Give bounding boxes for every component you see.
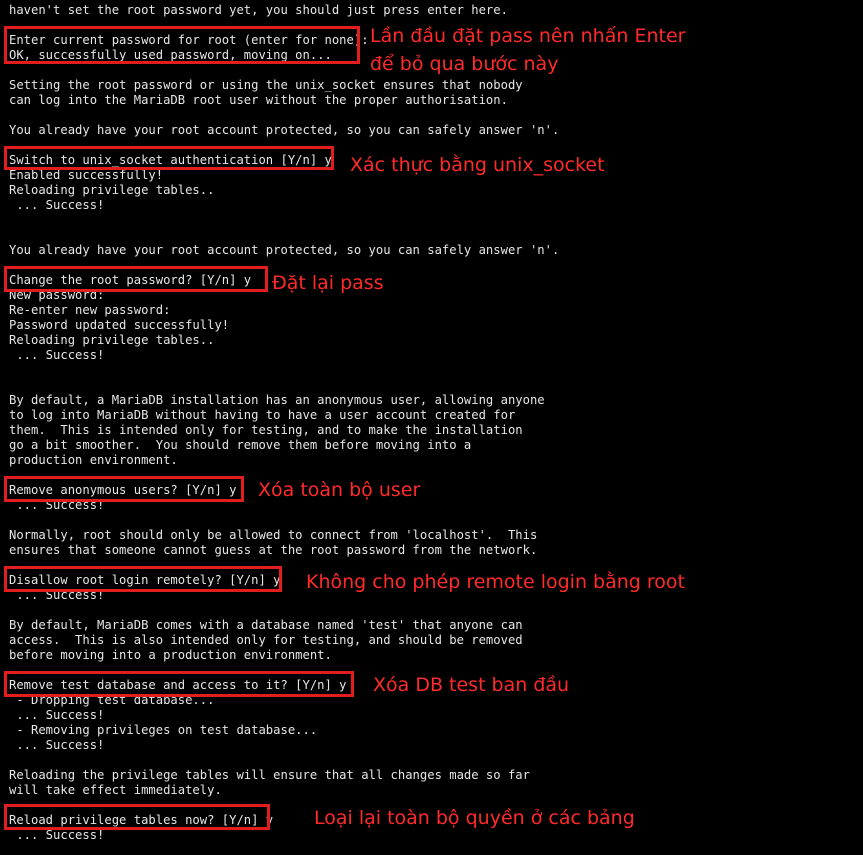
terminal-line: can log into the MariaDB root user witho… bbox=[9, 93, 508, 107]
note-remove-test-db: Xóa DB test ban đầu bbox=[373, 674, 570, 696]
terminal-line: Reloading the privilege tables will ensu… bbox=[9, 768, 530, 782]
highlight-reload-privileges bbox=[4, 804, 270, 830]
highlight-remove-test-db bbox=[4, 671, 354, 697]
note-unix-socket: Xác thực bằng unix_socket bbox=[350, 154, 605, 176]
terminal-line: haven't set the root password yet, you s… bbox=[9, 3, 508, 17]
terminal-line: will take effect immediately. bbox=[9, 783, 222, 797]
terminal-line: production environment. bbox=[9, 453, 178, 467]
terminal-line: ... Success! bbox=[9, 738, 105, 752]
terminal-line: By default, MariaDB comes with a databas… bbox=[9, 618, 523, 632]
terminal-line: Reloading privilege tables.. bbox=[9, 183, 215, 197]
terminal-line: to log into MariaDB without having to ha… bbox=[9, 408, 516, 422]
highlight-unix-socket bbox=[4, 146, 334, 170]
note-disallow-remote: Không cho phép remote login bằng root bbox=[306, 571, 685, 593]
terminal-line: Setting the root password or using the u… bbox=[9, 78, 523, 92]
note-change-password: Đặt lại pass bbox=[272, 272, 384, 294]
terminal-line: Reloading privilege tables.. bbox=[9, 333, 215, 347]
terminal-line: Password updated successfully! bbox=[9, 318, 230, 332]
terminal-line: By default, a MariaDB installation has a… bbox=[9, 393, 545, 407]
terminal-line: You already have your root account prote… bbox=[9, 123, 560, 137]
terminal-line: Normally, root should only be allowed to… bbox=[9, 528, 538, 542]
note-remove-anonymous: Xóa toàn bộ user bbox=[258, 479, 421, 501]
note-enter-password: Lần đầu đặt pass nên nhấn Enter để bỏ qu… bbox=[370, 25, 686, 75]
terminal-line: ... Success! bbox=[9, 198, 105, 212]
terminal-line: Re-enter new password: bbox=[9, 303, 171, 317]
terminal-line: ensures that someone cannot guess at the… bbox=[9, 543, 538, 557]
terminal-line: - Removing privileges on test database..… bbox=[9, 723, 318, 737]
highlight-remove-anonymous bbox=[4, 476, 244, 502]
terminal-line: before moving into a production environm… bbox=[9, 648, 332, 662]
terminal-output[interactable]: haven't set the root password yet, you s… bbox=[9, 3, 559, 843]
terminal-line: ... Success! bbox=[9, 708, 105, 722]
terminal-line: go a bit smoother. You should remove the… bbox=[9, 438, 472, 452]
terminal-line: them. This is intended only for testing,… bbox=[9, 423, 523, 437]
highlight-change-password bbox=[4, 266, 268, 292]
terminal-line: ... Success! bbox=[9, 348, 105, 362]
note-reload-privileges: Loại lại toàn bộ quyền ở các bảng bbox=[314, 807, 635, 829]
highlight-disallow-remote bbox=[4, 566, 282, 592]
terminal-line: access. This is also intended only for t… bbox=[9, 633, 523, 647]
terminal-line: You already have your root account prote… bbox=[9, 243, 560, 257]
highlight-enter-password bbox=[4, 26, 360, 64]
